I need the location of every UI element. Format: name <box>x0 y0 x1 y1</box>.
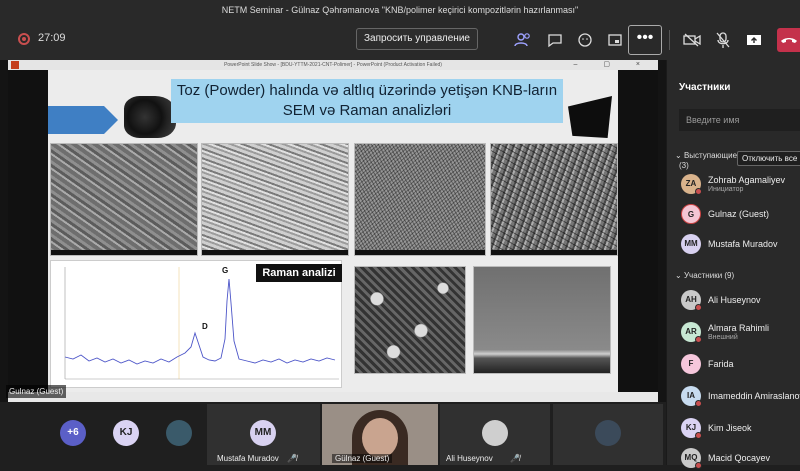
mic-off-icon: 🎤̸ <box>287 454 297 463</box>
request-control-button[interactable]: Запросить управление <box>356 28 478 50</box>
slide-right-margin <box>618 70 658 392</box>
mic-off-icon[interactable] <box>711 28 735 52</box>
chevron-down-icon: ⌄ <box>675 271 682 280</box>
slideshow-window-title: PowerPoint Slide Show - [BDU-YTTM-2021-C… <box>8 60 658 70</box>
share-screen-icon[interactable] <box>742 28 766 52</box>
participant-name: Farida <box>708 359 734 369</box>
participant-imameddin[interactable]: IA Imameddin Amiraslanov <box>679 383 800 409</box>
toolbar-divider <box>669 30 670 50</box>
slide-left-margin <box>8 70 48 392</box>
participant-farida[interactable]: F Farida <box>679 351 800 377</box>
attendees-heading-label: Участники (9) <box>683 271 735 280</box>
slide-title-box: Toz (Powder) halında və altlıq üzərində … <box>171 79 563 123</box>
participant-ali[interactable]: AH Ali Huseynov <box>679 287 800 313</box>
participant-mustafa[interactable]: MM Mustafa Muradov <box>679 231 800 257</box>
participant-name: Gulnaz (Guest) <box>708 209 770 219</box>
window-title: NETM Seminar - Gülnaz Qəhrəmanova "KNB/p… <box>0 0 800 20</box>
participant-name: Zohrab Agamaliyev <box>708 175 786 185</box>
avatar: MM <box>681 234 701 254</box>
presenters-heading[interactable]: ⌄ Выступающие (3) <box>675 151 737 171</box>
raman-analysis-label: Raman analizi <box>256 264 342 282</box>
presenters-count: (3) <box>679 161 689 170</box>
participant-name: Almara Rahimli <box>708 323 770 333</box>
mute-all-button[interactable]: Отключить все <box>737 151 800 166</box>
sem-image-6 <box>473 266 611 374</box>
participants-panel: Участники Введите имя ⌄ Выступающие (3) … <box>666 60 800 469</box>
sem-image-4 <box>490 143 618 256</box>
tile-name: Ali Huseynov <box>446 454 493 463</box>
meeting-timer: 27:09 <box>38 32 66 44</box>
meeting-toolbar: 27:09 Запросить управление ••• <box>0 20 800 60</box>
status-icon <box>695 400 702 407</box>
video-tile-ali[interactable]: Ali Huseynov 🎤̸ <box>440 404 550 465</box>
participant-role: Внешний <box>708 334 738 341</box>
panel-title: Участники <box>679 82 731 93</box>
phone-hangup-icon <box>781 38 797 43</box>
tile-name: Gülnaz (Guest) <box>332 454 393 463</box>
chat-icon[interactable] <box>543 28 567 52</box>
video-gallery-strip: +6 KJ MM Mustafa Muradov 🎤̸ Gülnaz (Gues… <box>0 402 666 465</box>
more-actions-button[interactable]: ••• <box>628 25 662 55</box>
participant-name: Macid Qocayev <box>708 453 771 463</box>
participant-photo-avatar[interactable] <box>166 420 192 446</box>
participant-almara[interactable]: AR Almara Rahimli Внешний <box>679 319 800 345</box>
presenter-name-tag: Gulnaz (Guest) <box>6 385 67 398</box>
leave-call-button[interactable] <box>777 28 800 52</box>
camera-off-icon[interactable] <box>680 28 704 52</box>
participant-search-input[interactable]: Введите имя <box>679 109 800 131</box>
presentation-slide: Toz (Powder) halında və altlıq üzərində … <box>48 70 618 392</box>
mic-off-icon: 🎤̸ <box>510 454 520 463</box>
powerpoint-icon <box>11 61 19 69</box>
substrate-photo <box>568 96 612 138</box>
slideshow-status-bar <box>8 392 658 402</box>
slide-title-line2: SEM və Raman analizləri <box>282 102 452 119</box>
video-tile-mustafa[interactable]: MM Mustafa Muradov 🎤̸ <box>207 404 320 465</box>
presenters-heading-label: Выступающие <box>683 151 738 160</box>
avatar: F <box>681 354 701 374</box>
camera-face <box>362 418 398 458</box>
tile-name: Mustafa Muradov <box>217 454 279 463</box>
sem-image-1 <box>50 143 198 256</box>
avatar <box>482 420 508 446</box>
kim-avatar[interactable]: KJ <box>113 420 139 446</box>
avatar <box>595 420 621 446</box>
chevron-down-icon: ⌄ <box>675 151 682 160</box>
status-icon <box>695 432 702 439</box>
participant-name: Imameddin Amiraslanov <box>708 391 800 401</box>
powder-photo <box>124 96 176 138</box>
raman-peak-d-label: D <box>202 322 208 331</box>
status-icon <box>695 336 702 343</box>
slide-title-line1: Toz (Powder) halında və altlıq üzərində … <box>176 82 558 99</box>
participant-name: Ali Huseynov <box>708 295 761 305</box>
status-icon <box>695 462 702 469</box>
video-tile-gulnaz[interactable]: Gülnaz (Guest) <box>322 404 438 465</box>
shared-screen: PowerPoint Slide Show - [BDU-YTTM-2021-C… <box>0 60 666 402</box>
attendees-heading[interactable]: ⌄ Участники (9) <box>675 271 734 281</box>
participant-kim[interactable]: KJ Kim Jiseok <box>679 415 800 441</box>
participant-macid[interactable]: MQ Macid Qocayev <box>679 445 800 471</box>
window-controls: – ▢ × <box>573 61 652 68</box>
status-icon <box>695 304 702 311</box>
recording-icon <box>18 33 30 45</box>
raman-peak-g-label: G <box>222 266 229 275</box>
slide-arrow-decoration <box>48 106 118 134</box>
powerpoint-window: PowerPoint Slide Show - [BDU-YTTM-2021-C… <box>8 60 658 402</box>
status-icon <box>695 188 702 195</box>
avatar: MM <box>250 420 276 446</box>
overflow-participants-button[interactable]: +6 <box>60 420 86 446</box>
sem-image-3 <box>354 143 486 256</box>
video-tile-unnamed[interactable] <box>553 404 663 465</box>
participant-zohrab[interactable]: ZA Zohrab Agamaliyev Инициатор <box>679 171 800 197</box>
sem-image-5 <box>354 266 466 374</box>
participant-name: Kim Jiseok <box>708 423 752 433</box>
participants-icon[interactable] <box>511 28 535 52</box>
reactions-icon[interactable] <box>573 28 597 52</box>
participant-role: Инициатор <box>708 186 744 193</box>
sem-image-2 <box>201 143 349 256</box>
share-tray-icon[interactable] <box>603 28 627 52</box>
avatar: G <box>681 204 701 224</box>
participant-gulnaz[interactable]: G Gulnaz (Guest) <box>679 201 800 227</box>
participant-name: Mustafa Muradov <box>708 239 778 249</box>
